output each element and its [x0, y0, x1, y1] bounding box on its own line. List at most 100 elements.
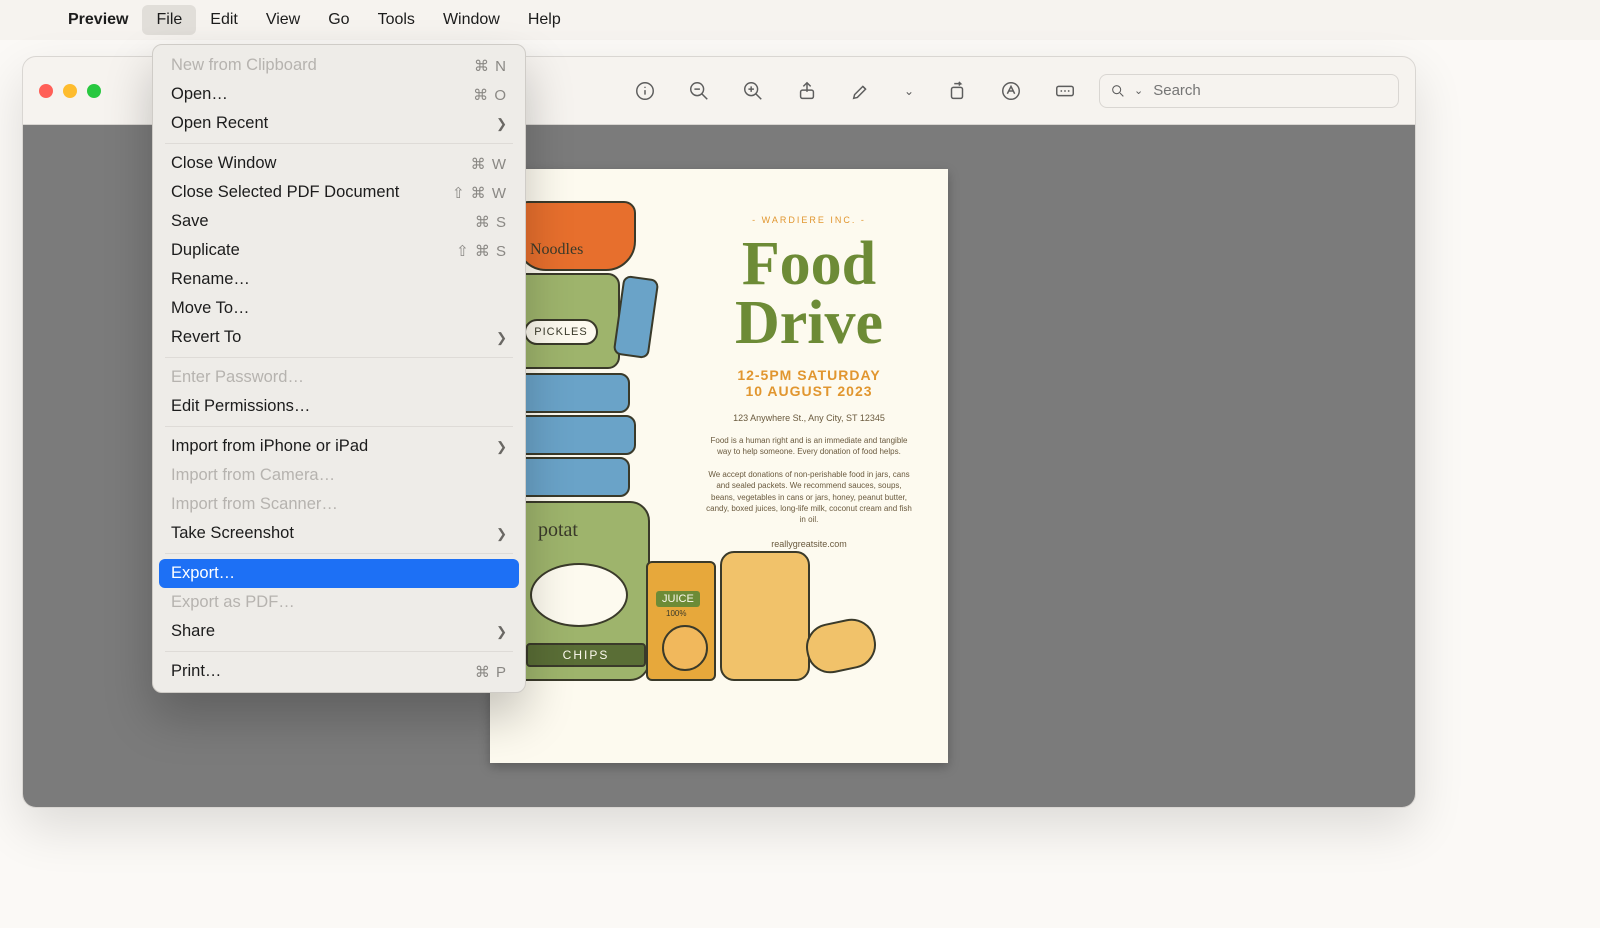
menu-item-revert-to[interactable]: Revert To ❯	[159, 323, 519, 352]
menu-item-label: Move To…	[171, 299, 250, 318]
chevron-right-icon: ❯	[496, 330, 507, 346]
markup-icon[interactable]	[991, 73, 1031, 109]
menu-item-export[interactable]: Export…	[159, 559, 519, 588]
form-fill-icon[interactable]	[1045, 73, 1085, 109]
highlight-dropdown-icon[interactable]: ⌄	[895, 73, 923, 109]
menu-item-label: Open Recent	[171, 114, 268, 133]
search-field[interactable]: ⌄	[1099, 74, 1399, 108]
share-icon[interactable]	[787, 73, 827, 109]
menu-item-label: Rename…	[171, 270, 250, 289]
menu-item-new-from-clipboard: New from Clipboard ⌘ N	[159, 51, 519, 80]
search-input[interactable]	[1151, 81, 1388, 100]
flyer-paragraph-1: Food is a human right and is an immediat…	[704, 435, 914, 457]
menu-item-label: Close Window	[171, 154, 276, 173]
menu-item-shortcut: ⌘ O	[473, 86, 507, 104]
menu-item-open-recent[interactable]: Open Recent❯	[159, 109, 519, 138]
menu-item-export-as-pdf: Export as PDF…	[159, 588, 519, 617]
menu-divider	[165, 553, 513, 554]
menu-item-label: Export as PDF…	[171, 593, 295, 612]
rotate-icon[interactable]	[937, 73, 977, 109]
menu-item-shortcut: ⇧ ⌘ W	[452, 184, 507, 202]
menu-item-enter-password: Enter Password…	[159, 363, 519, 392]
menu-item-take-screenshot[interactable]: Take Screenshot ❯	[159, 519, 519, 548]
menu-item-label: Duplicate	[171, 241, 240, 260]
menu-item-open[interactable]: Open… ⌘ O	[159, 80, 519, 109]
menu-view[interactable]: View	[252, 5, 314, 35]
menu-item-shortcut: ⌘ N	[474, 57, 507, 75]
menu-item-label: Print…	[171, 662, 221, 681]
menu-item-save[interactable]: Save ⌘ S	[159, 207, 519, 236]
zoom-out-icon[interactable]	[679, 73, 719, 109]
menu-item-label: Edit Permissions…	[171, 397, 310, 416]
menu-item-shortcut: ⇧ ⌘ S	[456, 242, 507, 260]
minimize-window-button[interactable]	[63, 84, 77, 98]
chevron-right-icon: ❯	[496, 624, 507, 640]
honey-jar-illustration	[720, 551, 810, 681]
menu-item-label: New from Clipboard	[171, 56, 317, 75]
flyer-address: 123 Anywhere St., Any City, ST 12345	[733, 413, 885, 423]
menu-item-rename[interactable]: Rename…	[159, 265, 519, 294]
window-controls	[39, 84, 101, 98]
menu-item-import-from-camera: Import from Camera…	[159, 461, 519, 490]
chevron-right-icon: ❯	[496, 439, 507, 455]
pickles-label: PICKLES	[524, 319, 598, 345]
menu-item-shortcut: ⌘ P	[475, 663, 507, 681]
juice-label: JUICE	[656, 591, 700, 607]
flyer-time: 12-5PM SATURDAY 10 AUGUST 2023	[737, 367, 880, 399]
flyer-paragraph-2: We accept donations of non-perishable fo…	[704, 469, 914, 525]
menu-item-label: Save	[171, 212, 209, 231]
search-dropdown-icon[interactable]: ⌄	[1134, 84, 1143, 97]
menu-divider	[165, 143, 513, 144]
menu-item-close-selected-pdf-document[interactable]: Close Selected PDF Document ⇧ ⌘ W	[159, 178, 519, 207]
fullscreen-window-button[interactable]	[87, 84, 101, 98]
can-illustration	[512, 415, 636, 455]
menu-item-label: Import from Scanner…	[171, 495, 338, 514]
flyer-title-line1: Food	[742, 230, 876, 298]
menubar: Preview File Edit View Go Tools Window H…	[0, 0, 1600, 40]
flyer-site: reallygreatsite.com	[771, 539, 847, 549]
menu-item-share[interactable]: Share❯	[159, 617, 519, 646]
menu-divider	[165, 357, 513, 358]
menu-item-duplicate[interactable]: Duplicate ⇧ ⌘ S	[159, 236, 519, 265]
flyer-company: - WARDIERE INC. -	[752, 215, 866, 225]
menu-item-move-to[interactable]: Move To…	[159, 294, 519, 323]
menu-item-print[interactable]: Print… ⌘ P	[159, 657, 519, 686]
file-menu-dropdown: New from Clipboard ⌘ N Open… ⌘ O Open Recent…	[152, 44, 526, 693]
menu-item-label: Enter Password…	[171, 368, 304, 387]
menu-item-close-window[interactable]: Close Window ⌘ W	[159, 149, 519, 178]
chips-label: CHIPS	[526, 643, 646, 667]
menu-help[interactable]: Help	[514, 5, 575, 35]
info-icon[interactable]	[625, 73, 665, 109]
chevron-right-icon: ❯	[496, 526, 507, 542]
menu-item-label: Close Selected PDF Document	[171, 183, 399, 202]
menu-window[interactable]: Window	[429, 5, 514, 35]
menu-go[interactable]: Go	[314, 5, 363, 35]
menu-item-label: Import from iPhone or iPad	[171, 437, 368, 456]
menu-item-shortcut: ⌘ W	[471, 155, 507, 173]
menu-edit[interactable]: Edit	[196, 5, 252, 35]
menu-item-import-from-iphone-or-ipad[interactable]: Import from iPhone or iPad ❯	[159, 432, 519, 461]
menu-item-label: Export…	[171, 564, 235, 583]
menu-divider	[165, 426, 513, 427]
menu-item-shortcut: ⌘ S	[475, 213, 507, 231]
juice-percent: 100%	[666, 609, 686, 618]
menu-file[interactable]: File	[142, 5, 196, 35]
highlight-icon[interactable]	[841, 73, 881, 109]
menu-item-label: Open…	[171, 85, 228, 104]
close-window-button[interactable]	[39, 84, 53, 98]
flyer-illustration: PICKLES potat CHIPS JUICE 100%	[506, 191, 686, 751]
noodles-illustration	[516, 201, 636, 271]
chips-potat-text: potat	[538, 519, 578, 542]
juice-box-illustration	[646, 561, 716, 681]
app-name[interactable]: Preview	[54, 11, 142, 29]
menu-divider	[165, 651, 513, 652]
search-icon	[1110, 83, 1126, 99]
menu-item-label: Revert To	[171, 328, 241, 347]
menu-item-label: Take Screenshot	[171, 524, 294, 543]
menu-tools[interactable]: Tools	[364, 5, 429, 35]
zoom-in-icon[interactable]	[733, 73, 773, 109]
menu-item-edit-permissions[interactable]: Edit Permissions…	[159, 392, 519, 421]
flyer-time-line1: 12-5PM SATURDAY	[737, 367, 880, 383]
flyer-time-line2: 10 AUGUST 2023	[745, 383, 872, 399]
flyer-title-line2: Drive	[735, 289, 883, 357]
